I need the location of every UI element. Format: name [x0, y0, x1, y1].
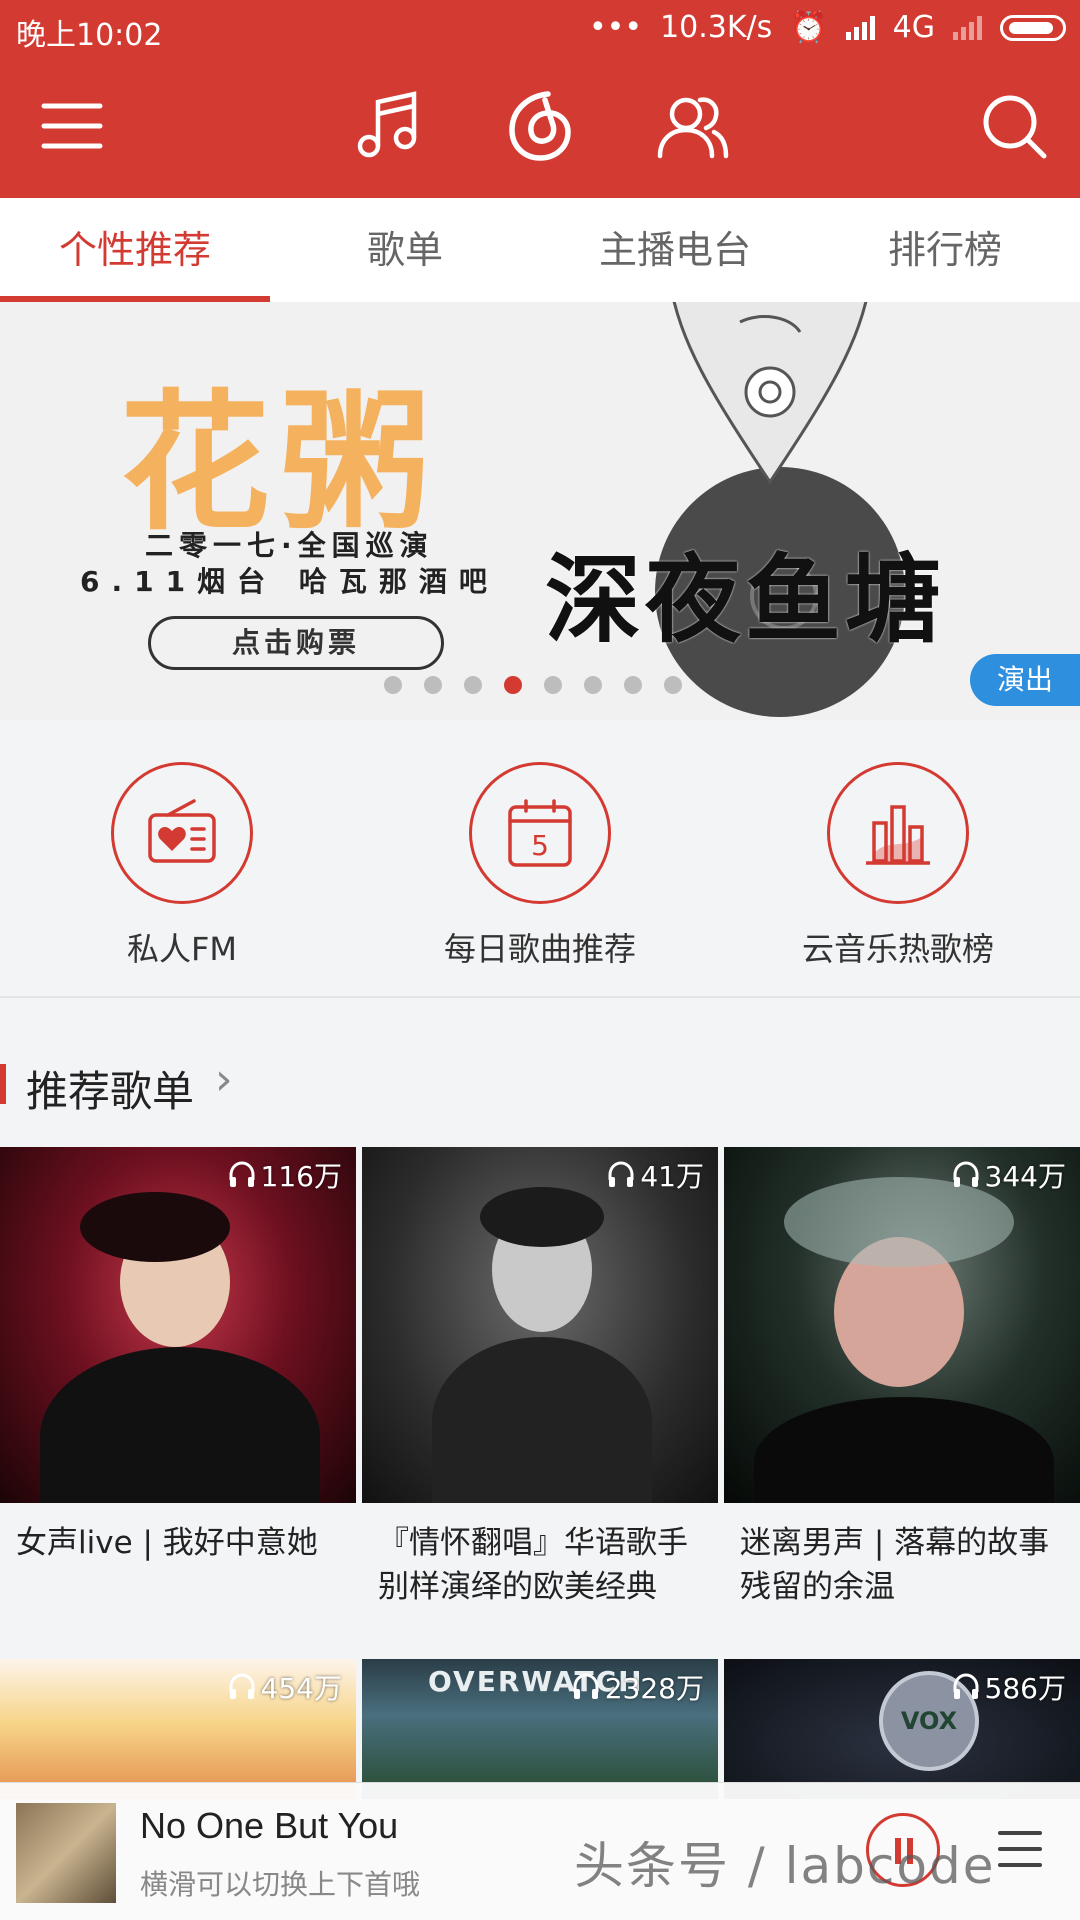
playlist-name: 『情怀翻唱』华语歌手别样演绎的欧美经典	[378, 1525, 688, 1605]
play-count-value: 41万	[640, 1160, 704, 1193]
playlist-cover[interactable]: OVERWATCH 2328万	[362, 1659, 718, 1799]
menu-icon[interactable]	[30, 84, 114, 168]
buy-ticket-button[interactable]: 点击购票	[148, 616, 444, 670]
chart-icon	[827, 762, 969, 904]
playlist-card[interactable]: 344万 迷离男声 | 落幕的故事残留的余温	[724, 1147, 1080, 1609]
status-indicators: ••• 10.3K/s ⏰ 4G	[589, 10, 1066, 45]
headphones-icon	[953, 1673, 979, 1699]
play-count-value: 116万	[260, 1160, 342, 1193]
playlist-card[interactable]: 41万 『情怀翻唱』华语歌手别样演绎的欧美经典	[362, 1147, 718, 1609]
now-playing-title: No One But You	[140, 1805, 399, 1846]
private-fm-entry[interactable]: 私人FM	[57, 762, 307, 970]
signal-2-icon	[953, 15, 982, 40]
private-fm-label: 私人FM	[126, 930, 238, 968]
playlist-queue-icon[interactable]	[992, 1819, 1048, 1879]
signal-icon	[845, 15, 875, 40]
banner-tour-line: 二零一七·全国巡演	[145, 529, 434, 562]
search-icon[interactable]	[972, 84, 1056, 168]
play-count: 2328万	[571, 1667, 704, 1707]
playlist-card[interactable]: VOX 586万	[724, 1659, 1080, 1799]
calendar-icon: 5	[469, 762, 611, 904]
playlist-card[interactable]: 454万	[0, 1659, 356, 1799]
hot-chart-label: 云音乐热歌榜	[801, 930, 994, 968]
section-accent-bar	[0, 1064, 6, 1104]
banner-carousel[interactable]: 花粥 二零一七·全国巡演 6.11烟台 哈瓦那酒吧 点击购票 深夜鱼塘 演出	[0, 302, 1080, 720]
playlist-card[interactable]: 116万 女声live | 我好中意她	[0, 1147, 356, 1565]
playlist-cover[interactable]: 454万	[0, 1659, 356, 1799]
playlist-cover[interactable]: 41万	[362, 1147, 718, 1503]
play-count: 344万	[951, 1155, 1066, 1195]
network-speed: 10.3K/s	[660, 10, 773, 45]
network-type: 4G	[892, 10, 935, 45]
battery-icon	[1000, 14, 1066, 41]
headphones-icon	[608, 1161, 634, 1187]
play-count-value: 2328万	[604, 1672, 704, 1705]
carousel-dot[interactable]	[664, 676, 682, 694]
playlist-name: 迷离男声 | 落幕的故事残留的余温	[740, 1525, 1050, 1605]
music-icon[interactable]	[345, 84, 429, 168]
netease-logo-icon[interactable]	[498, 84, 582, 168]
alarm-icon: ⏰	[790, 10, 828, 45]
tab-playlists[interactable]: 歌单	[270, 198, 540, 302]
carousel-dot[interactable]	[544, 676, 562, 694]
fish-illustration	[672, 302, 868, 485]
play-count: 41万	[606, 1155, 704, 1195]
play-count-value: 454万	[260, 1672, 342, 1705]
calendar-day: 5	[531, 829, 549, 862]
now-playing-cover[interactable]	[16, 1803, 116, 1903]
tab-bar: 个性推荐 歌单 主播电台 排行榜	[0, 198, 1080, 302]
radio-icon	[111, 762, 253, 904]
carousel-dot[interactable]	[424, 676, 442, 694]
carousel-dot[interactable]	[464, 676, 482, 694]
headphones-icon	[573, 1673, 599, 1699]
play-count-value: 586万	[984, 1672, 1066, 1705]
carousel-indicator	[384, 676, 682, 694]
status-time: 晚上10:02	[16, 18, 163, 53]
watermark-text: 头条号 / labcode	[574, 1837, 996, 1895]
carousel-dot[interactable]	[624, 676, 642, 694]
play-count: 454万	[227, 1667, 342, 1707]
recommended-playlists-header[interactable]: 推荐歌单 ›	[0, 1032, 1080, 1142]
carousel-dot[interactable]	[584, 676, 602, 694]
headphones-icon	[229, 1673, 255, 1699]
friends-icon[interactable]	[650, 84, 734, 168]
playlist-card[interactable]: OVERWATCH 2328万	[362, 1659, 718, 1799]
quick-entries: 私人FM 5 每日歌曲推荐 云音乐热歌榜	[0, 720, 1080, 998]
playlist-cover[interactable]: 116万	[0, 1147, 356, 1503]
playlist-cover[interactable]: VOX 586万	[724, 1659, 1080, 1799]
tab-charts[interactable]: 排行榜	[810, 198, 1080, 302]
playlist-cover[interactable]: 344万	[724, 1147, 1080, 1503]
swipe-hint: 横滑可以切换上下首哦	[140, 1868, 421, 1901]
top-bar	[0, 56, 1080, 198]
banner-venue-line: 6.11烟台 哈瓦那酒吧	[80, 565, 499, 598]
daily-recommend-label: 每日歌曲推荐	[443, 930, 636, 968]
play-count: 116万	[227, 1155, 342, 1195]
carousel-dot[interactable]	[384, 676, 402, 694]
status-bar: 晚上10:02 ••• 10.3K/s ⏰ 4G	[0, 0, 1080, 56]
headphones-icon	[953, 1161, 979, 1187]
playlist-name: 女声live | 我好中意她	[16, 1525, 318, 1561]
banner-calligraphy: 深夜鱼塘	[545, 543, 945, 656]
carousel-dot-active[interactable]	[504, 676, 522, 694]
headphones-icon	[229, 1161, 255, 1187]
daily-recommend-entry[interactable]: 5 每日歌曲推荐	[415, 762, 665, 970]
chevron-right-icon: ›	[215, 1054, 233, 1105]
more-dots-icon: •••	[588, 10, 643, 45]
tab-radio[interactable]: 主播电台	[540, 198, 810, 302]
hot-chart-entry[interactable]: 云音乐热歌榜	[773, 762, 1023, 970]
banner-type-badge: 演出	[970, 654, 1080, 706]
tab-recommend[interactable]: 个性推荐	[0, 198, 270, 302]
play-count: 586万	[951, 1667, 1066, 1707]
play-count-value: 344万	[984, 1160, 1066, 1193]
section-title: 推荐歌单	[26, 1067, 195, 1116]
